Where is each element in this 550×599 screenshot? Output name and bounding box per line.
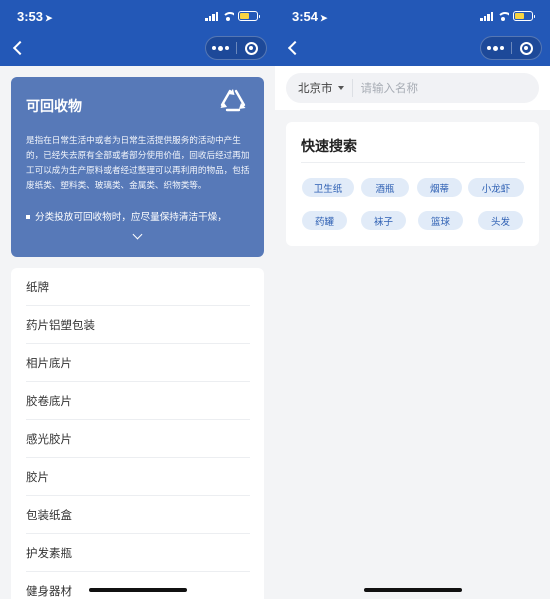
close-miniprogram-icon[interactable] [512, 37, 542, 59]
close-miniprogram-icon[interactable] [237, 37, 267, 59]
category-tip: 分类投放可回收物时，应尽量保持清洁干燥， [26, 209, 254, 223]
miniprogram-capsule [205, 36, 267, 60]
bullet-icon [26, 215, 30, 219]
location-arrow-icon: ➤ [320, 13, 328, 23]
list-item[interactable]: 相片底片 [26, 344, 250, 382]
nav-bar: 3:53 ➤ [0, 0, 275, 66]
nav-bar: 3:54 ➤ [275, 0, 550, 66]
battery-icon [513, 11, 535, 21]
back-icon[interactable] [285, 37, 305, 59]
list-item[interactable]: 护发素瓶 [26, 534, 250, 572]
status-time: 3:54 ➤ [292, 9, 328, 24]
quick-search-card: 快速搜索 卫生纸 酒瓶 烟蒂 小龙虾 药罐 袜子 篮球 头发 [286, 122, 539, 246]
expand-chevron-icon[interactable] [133, 231, 143, 241]
list-item[interactable]: 胶片 [26, 458, 250, 496]
left-screen: 3:53 ➤ 可回收物 是指在日常生活中或者为日常生活提供服务的活动中产生的，已经… [0, 0, 275, 599]
search-pill: 北京市 [286, 73, 539, 103]
category-hero-card: 可回收物 是指在日常生活中或者为日常生活提供服务的活动中产生的，已经失去原有全部… [11, 77, 264, 257]
battery-icon [238, 11, 260, 21]
quick-search-tag[interactable]: 药罐 [302, 211, 347, 230]
quick-search-tag[interactable]: 袜子 [361, 211, 406, 230]
more-icon[interactable] [206, 37, 236, 59]
item-list: 纸牌 药片铝塑包装 相片底片 胶卷底片 感光胶片 胶片 包装纸盒 护发素瓶 健身… [11, 268, 264, 599]
list-item[interactable]: 感光胶片 [26, 420, 250, 458]
quick-search-tag[interactable]: 篮球 [418, 211, 463, 230]
quick-search-tag[interactable]: 酒瓶 [361, 178, 409, 197]
quick-search-tag[interactable]: 小龙虾 [468, 178, 524, 197]
quick-search-tag[interactable]: 头发 [478, 211, 523, 230]
home-indicator[interactable] [364, 588, 462, 592]
wifi-icon [497, 11, 509, 21]
quick-search-title: 快速搜索 [301, 139, 357, 155]
search-input[interactable] [360, 81, 531, 95]
search-bar: 北京市 [275, 66, 550, 110]
quick-search-tag[interactable]: 卫生纸 [302, 178, 354, 197]
list-item[interactable]: 健身器材 [26, 572, 250, 599]
back-icon[interactable] [10, 37, 30, 59]
divider [301, 162, 525, 163]
category-title: 可回收物 [26, 99, 82, 115]
signal-icon [205, 11, 218, 21]
signal-icon [480, 11, 493, 21]
miniprogram-capsule [480, 36, 542, 60]
status-icons [480, 11, 535, 21]
quick-search-tag[interactable]: 烟蒂 [417, 178, 462, 197]
list-item[interactable]: 包装纸盒 [26, 496, 250, 534]
category-description: 是指在日常生活中或者为日常生活提供服务的活动中产生的，已经失去原有全部或者部分使… [26, 136, 250, 191]
right-screen: 3:54➤ 北京市 快速搜索 卫生纸 酒瓶 烟蒂 小龙虾 药罐 袜子 篮球 头发 [275, 0, 550, 599]
city-selector[interactable]: 北京市 [286, 80, 344, 96]
list-item[interactable]: 胶卷底片 [26, 382, 250, 420]
recycle-icon [220, 89, 246, 112]
wifi-icon [222, 11, 234, 21]
list-item[interactable]: 药片铝塑包装 [26, 306, 250, 344]
status-icons [205, 11, 260, 21]
location-arrow-icon: ➤ [45, 13, 53, 23]
more-icon[interactable] [481, 37, 511, 59]
list-item[interactable]: 纸牌 [26, 268, 250, 306]
caret-down-icon [337, 86, 344, 90]
status-time: 3:53 ➤ [17, 9, 53, 24]
home-indicator[interactable] [89, 588, 187, 592]
